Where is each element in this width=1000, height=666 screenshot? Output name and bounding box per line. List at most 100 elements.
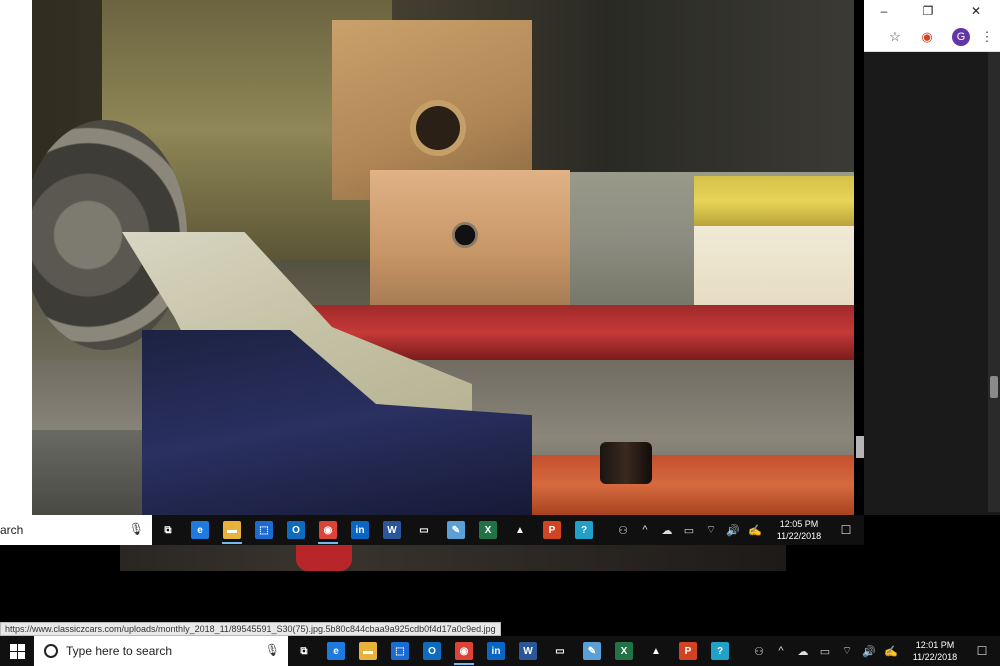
taskbar-app-linkedin[interactable]: in	[480, 636, 512, 666]
file-explorer-icon: ▬	[359, 642, 377, 660]
taskbar-search-upper[interactable]: arch 🎙	[0, 515, 152, 545]
photos-icon: ▲	[647, 642, 665, 660]
taskbar-app-help[interactable]: ?	[704, 636, 736, 666]
taskbar-app-store[interactable]: ⬚	[384, 636, 416, 666]
tray-icon[interactable]: ▭	[678, 524, 700, 537]
taskbar-app-edge[interactable]: e	[184, 515, 216, 545]
tray-icon[interactable]: ⌔	[836, 644, 858, 658]
close-icon[interactable]: ✕	[956, 0, 996, 22]
tray-icon[interactable]: ✍	[880, 645, 902, 658]
taskbar-app-photos[interactable]: ▲	[640, 636, 672, 666]
tray-icon[interactable]: ☁	[792, 645, 814, 658]
taskbar-app-window-app[interactable]: ▭	[408, 515, 440, 545]
background-photo-strip	[120, 545, 786, 571]
word-icon: W	[519, 642, 537, 660]
background-red-object	[296, 545, 352, 571]
taskbar-app-file-explorer[interactable]: ▬	[216, 515, 248, 545]
photo-sill-hole	[452, 222, 478, 248]
notification-icon[interactable]: ☐	[832, 523, 860, 537]
microphone-icon[interactable]: 🎙	[129, 522, 144, 536]
tray-icon[interactable]: ^	[770, 645, 792, 657]
linkedin-icon: in	[351, 521, 369, 539]
edge-icon: e	[327, 642, 345, 660]
date-lower: 11/22/2018	[912, 652, 958, 662]
chrome-menu-icon[interactable]: ⋮	[978, 28, 996, 46]
start-button[interactable]	[0, 636, 34, 666]
taskbar-app-photos[interactable]: ▲	[504, 515, 536, 545]
taskbar-app-edge[interactable]: e	[320, 636, 352, 666]
tray-icon[interactable]: 🔊	[858, 645, 880, 658]
help-icon: ?	[575, 521, 593, 539]
tray-icon[interactable]: 🔊	[722, 524, 744, 537]
photo-scroll-thumb[interactable]	[856, 436, 864, 458]
pinned-apps-lower: ⧉ e ▬ ⬚ O ◉ in W ▭ ✎ X ▲ P?	[288, 636, 736, 666]
task-view-icon: ⧉	[159, 521, 177, 539]
tray-icon[interactable]: ✍	[744, 524, 766, 537]
taskbar-app-task-view[interactable]: ⧉	[288, 636, 320, 666]
tray-icon[interactable]: ▭	[814, 645, 836, 658]
left-white-strip	[0, 0, 32, 515]
taskbar-app-paint[interactable]: ✎	[576, 636, 608, 666]
photo-rocker-yellow	[694, 176, 854, 226]
microphone-icon[interactable]: 🎙	[265, 643, 280, 657]
chrome-toolbar: ☆ ◉ G ⋮	[864, 22, 1000, 52]
outlook-icon: O	[423, 642, 441, 660]
taskbar-app-outlook[interactable]: O	[416, 636, 448, 666]
search-text-upper: arch	[0, 523, 24, 537]
chrome-window: – ❐ ✕ ☆ ◉ G ⋮	[864, 0, 1000, 515]
chrome-scroll-thumb[interactable]	[990, 376, 998, 398]
taskbar-app-outlook[interactable]: O	[280, 515, 312, 545]
taskbar-app-excel[interactable]: X	[472, 515, 504, 545]
clock-lower[interactable]: 12:01 PM 11/22/2018	[902, 639, 968, 663]
photo-rocker-white	[694, 226, 854, 306]
action-center-icon[interactable]: ☐	[968, 644, 996, 658]
tray-icon[interactable]: ⚇	[612, 524, 634, 537]
taskbar-app-powerpoint[interactable]: P	[672, 636, 704, 666]
date-upper: 11/22/2018	[776, 531, 822, 541]
taskbar-app-chrome[interactable]: ◉	[312, 515, 344, 545]
maximize-icon[interactable]: ❐	[908, 0, 948, 22]
system-tray-upper: ⚇ ^ ☁ ▭ ⌔ 🔊 ✍	[612, 515, 766, 545]
chrome-scrollbar[interactable]	[988, 52, 1000, 512]
taskbar-app-word[interactable]: W	[512, 636, 544, 666]
minimize-icon[interactable]: –	[864, 0, 904, 22]
extension-icon[interactable]: ◉	[918, 28, 936, 46]
tray-icon[interactable]: ⚇	[748, 645, 770, 658]
taskbar-app-help[interactable]: ?	[568, 515, 600, 545]
chrome-icon: ◉	[319, 521, 337, 539]
outlook-icon: O	[287, 521, 305, 539]
taskbar-app-window-app[interactable]: ▭	[544, 636, 576, 666]
excel-icon: X	[615, 642, 633, 660]
powerpoint-icon: P	[679, 642, 697, 660]
photo-red-floor-jack	[512, 455, 854, 515]
taskbar-app-excel[interactable]: X	[608, 636, 640, 666]
time-upper: 12:05 PM	[779, 519, 819, 529]
taskbar-app-paint[interactable]: ✎	[440, 515, 472, 545]
bookmark-star-icon[interactable]: ☆	[886, 28, 904, 46]
taskbar-app-linkedin[interactable]: in	[344, 515, 376, 545]
taskbar-lower: Type here to search 🎙 ⧉ e ▬ ⬚ O ◉ in W ▭ ✎ X ▲ P? ⚇ ^…	[0, 636, 1000, 666]
taskbar-app-store[interactable]: ⬚	[248, 515, 280, 545]
taskbar-search[interactable]: Type here to search 🎙	[34, 636, 288, 666]
photos-icon: ▲	[511, 521, 529, 539]
word-icon: W	[383, 521, 401, 539]
taskbar-app-word[interactable]: W	[376, 515, 408, 545]
taskbar-app-chrome[interactable]: ◉	[448, 636, 480, 666]
tray-icon[interactable]: ☁	[656, 524, 678, 537]
taskbar-app-file-explorer[interactable]: ▬	[352, 636, 384, 666]
screen: – ❐ ✕ ☆ ◉ G ⋮ arch 🎙 ⧉ e ▬ ⬚ O ◉ in W ▭ ✎ X ▲ P? ⚇ ^ ☁…	[0, 0, 1000, 666]
edge-icon: e	[191, 521, 209, 539]
taskbar-app-task-view[interactable]: ⧉	[152, 515, 184, 545]
paint-icon: ✎	[583, 642, 601, 660]
clock-upper[interactable]: 12:05 PM 11/22/2018	[766, 518, 832, 542]
tray-icon[interactable]: ^	[634, 524, 656, 536]
profile-avatar[interactable]: G	[952, 28, 970, 46]
tray-icon[interactable]: ⌔	[700, 523, 722, 537]
taskbar-app-powerpoint[interactable]: P	[536, 515, 568, 545]
photo-cylinder	[600, 442, 652, 484]
taskbar-upper: arch 🎙 ⧉ e ▬ ⬚ O ◉ in W ▭ ✎ X ▲ P? ⚇ ^ ☁ ▭ ⌔ 🔊 ✍ 12:05 PM …	[0, 515, 864, 545]
help-icon: ?	[711, 642, 729, 660]
window-app-icon: ▭	[415, 521, 433, 539]
time-lower: 12:01 PM	[915, 640, 955, 650]
windows-logo-icon	[9, 643, 25, 659]
